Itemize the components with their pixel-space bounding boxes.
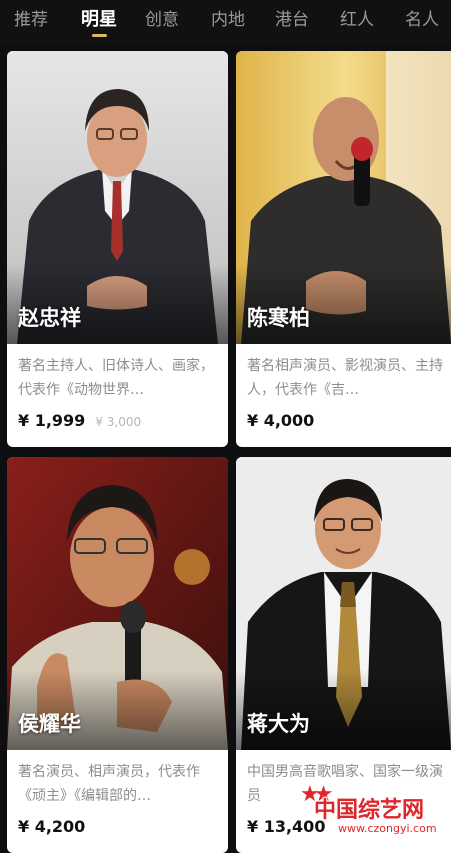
- celebrity-name: 赵忠祥: [18, 306, 81, 330]
- celebrity-photo: 赵忠祥: [7, 51, 228, 344]
- price-row: ¥ 4,200: [18, 817, 95, 841]
- price: ¥ 4,200: [18, 817, 86, 836]
- celebrity-photo: 侯耀华: [7, 457, 228, 750]
- celebrity-photo: 陈寒柏: [236, 51, 451, 344]
- price: ¥ 1,999: [18, 411, 86, 430]
- tab-creative[interactable]: 创意: [145, 9, 179, 31]
- original-price: ¥ 3,000: [95, 415, 142, 429]
- tab-influencers[interactable]: 红人: [340, 9, 374, 31]
- tab-celebrities[interactable]: 名人: [405, 9, 439, 31]
- celebrity-name: 陈寒柏: [247, 306, 310, 330]
- tab-mainland[interactable]: 内地: [211, 9, 245, 31]
- celebrity-name: 蒋大为: [247, 712, 310, 736]
- active-tab-indicator: [92, 34, 107, 37]
- celebrity-photo: 蒋大为: [236, 457, 451, 750]
- tab-stars[interactable]: 明星: [81, 9, 117, 31]
- tab-recommend[interactable]: 推荐: [14, 9, 48, 31]
- watermark-title: 中国综艺网: [314, 798, 425, 823]
- price-row: ¥ 4,000: [247, 411, 324, 435]
- celebrity-card[interactable]: 陈寒柏 著名相声演员、影视演员、主持人，代表作《吉… ¥ 4,000: [236, 51, 451, 447]
- price: ¥ 4,000: [247, 411, 315, 430]
- tab-hk-taiwan[interactable]: 港台: [275, 9, 309, 31]
- celebrity-card[interactable]: 赵忠祥 著名主持人、旧体诗人、画家，代表作《动物世界… ¥ 1,999 ¥ 3,0…: [7, 51, 228, 447]
- watermark-url: www.czongyi.com: [338, 822, 437, 835]
- celebrity-card[interactable]: 侯耀华 著名演员、相声演员，代表作《顽主》《编辑部的… ¥ 4,200: [7, 457, 228, 853]
- celebrity-description: 著名主持人、旧体诗人、画家，代表作《动物世界…: [18, 358, 214, 398]
- celebrity-description: 著名演员、相声演员，代表作《顽主》《编辑部的…: [18, 764, 200, 804]
- category-tabs: 推荐 明星 创意 内地 港台 红人 名人: [0, 0, 451, 46]
- celebrity-description: 著名相声演员、影视演员、主持人，代表作《吉…: [247, 358, 443, 398]
- celebrity-name: 侯耀华: [18, 712, 81, 736]
- site-watermark: ★★ 中国综艺网 www.czongyi.com: [300, 782, 450, 842]
- price-row: ¥ 1,999 ¥ 3,000: [18, 411, 141, 435]
